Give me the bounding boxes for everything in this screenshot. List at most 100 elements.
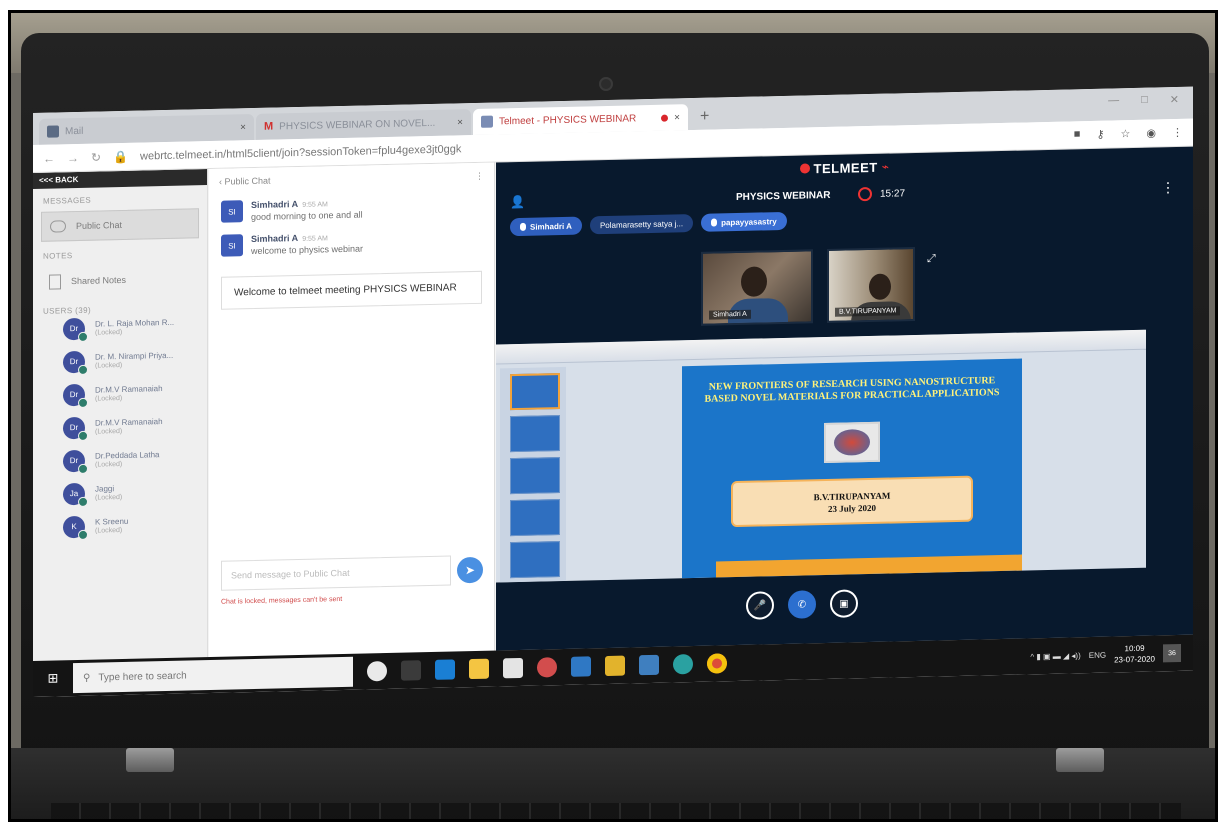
meeting-controls: 🎤 ✆ ▣ xyxy=(746,589,858,620)
taskbar-search[interactable]: ⚲ Type here to search xyxy=(73,656,353,694)
expand-icon[interactable]: ⤢ xyxy=(927,253,936,266)
menu-icon[interactable]: ⋮ xyxy=(1172,126,1183,139)
notification-badge[interactable]: 36 xyxy=(1163,643,1181,663)
notes-icon xyxy=(49,273,61,290)
user-status: (Locked) xyxy=(95,526,123,535)
close-icon[interactable]: × xyxy=(457,117,463,128)
app-icon[interactable] xyxy=(537,657,557,678)
options-icon[interactable]: ⋮ xyxy=(1161,179,1175,196)
photo-frame: Mail × M PHYSICS WEBINAR ON NOVEL... × T… xyxy=(8,10,1218,822)
message-text: good morning to one and all xyxy=(251,209,363,223)
slide-thumbnail xyxy=(510,499,560,537)
app-icon[interactable] xyxy=(571,656,591,677)
sidebar-item-shared-notes[interactable]: Shared Notes xyxy=(41,263,199,297)
presenter-chip: Polamarasetty satya j... xyxy=(589,214,694,235)
list-item[interactable]: K K Sreenu (Locked) xyxy=(33,507,208,544)
sidebar-item-public-chat[interactable]: Public Chat xyxy=(41,208,199,242)
chat-input[interactable]: Send message to Public Chat xyxy=(221,555,451,591)
avatar: Dr xyxy=(63,350,85,373)
laptop-screen: Mail × M PHYSICS WEBINAR ON NOVEL... × T… xyxy=(33,86,1193,698)
send-button[interactable]: ➤ xyxy=(457,556,483,584)
user-status: (Locked) xyxy=(95,493,123,502)
app-icon[interactable] xyxy=(605,655,625,677)
edge-icon[interactable] xyxy=(435,659,455,680)
user-status: (Locked) xyxy=(95,361,123,370)
minimize-icon[interactable]: — xyxy=(1108,94,1119,107)
user-name: Dr.M.V Ramanaiah xyxy=(95,384,163,395)
microphone-button[interactable]: 🎤 xyxy=(746,591,774,620)
presentation-slide: NEW FRONTIERS OF RESEARCH USING NANOSTRU… xyxy=(682,358,1022,579)
sender-name: Simhadri A xyxy=(251,198,299,211)
tab-label: Telmeet - PHYSICS WEBINAR xyxy=(499,112,637,127)
list-item[interactable]: Dr Dr.Peddada Latha (Locked) xyxy=(33,441,208,478)
reload-icon[interactable]: ↻ xyxy=(91,150,101,164)
chat-icon xyxy=(50,220,66,233)
telmeet-icon xyxy=(481,115,493,128)
avatar: SI xyxy=(221,234,243,257)
user-status: (Locked) xyxy=(95,328,123,337)
kebab-icon[interactable]: ⋮ xyxy=(475,170,484,181)
camera-icon[interactable]: ■ xyxy=(1074,128,1081,141)
star-icon[interactable]: ☆ xyxy=(1121,127,1131,140)
close-icon[interactable]: × xyxy=(674,112,680,123)
key-icon[interactable]: ⚷ xyxy=(1096,128,1104,141)
profile-icon[interactable]: ◉ xyxy=(1146,127,1156,140)
message-time: 9:55 AM xyxy=(302,201,328,209)
list-item[interactable]: Dr Dr. L. Raja Mohan R... (Locked) xyxy=(33,309,208,346)
language-indicator[interactable]: ENG xyxy=(1089,650,1106,659)
shared-notes-label: Shared Notes xyxy=(71,274,127,287)
clock[interactable]: 10:09 23-07-2020 xyxy=(1114,643,1155,666)
presenter-chip: Simhadri A xyxy=(510,216,582,237)
camera-off-button[interactable]: ▣ xyxy=(830,589,858,618)
avatar: Dr xyxy=(63,383,85,406)
list-item[interactable]: Dr Dr.M.V Ramanaiah (Locked) xyxy=(33,408,208,445)
windows-start-icon[interactable]: ⊞ xyxy=(33,670,73,687)
screenshare-area: NEW FRONTIERS OF RESEARCH USING NANOSTRU… xyxy=(496,329,1146,583)
list-item[interactable]: Dr Dr. M. Nirampi Priya... (Locked) xyxy=(33,342,208,379)
person-head xyxy=(869,273,891,301)
app-icon[interactable] xyxy=(639,654,659,676)
tray-icons[interactable]: ^ ▮ ▣ ▬ ◢ ◂)) xyxy=(1030,651,1080,661)
record-icon[interactable] xyxy=(858,186,872,202)
slide-thumbnail xyxy=(510,373,560,411)
chrome-icon[interactable] xyxy=(707,653,727,674)
meeting-stage: TELMEET ⌁ 👤 PHYSICS WEBINAR 15:27 ⋮ Simh… xyxy=(496,146,1193,651)
avatar: Dr xyxy=(63,449,85,472)
webcam-tile[interactable]: Simhadri A xyxy=(701,249,813,326)
task-view-icon[interactable] xyxy=(401,660,421,681)
user-name: Dr. L. Raja Mohan R... xyxy=(95,317,175,329)
taskbar-apps xyxy=(367,653,727,682)
list-item[interactable]: Dr Dr.M.V Ramanaiah (Locked) xyxy=(33,375,208,412)
back-arrow-icon[interactable]: ← xyxy=(43,151,55,165)
public-chat-label: Public Chat xyxy=(76,219,123,232)
keyboard xyxy=(51,803,1181,819)
phone-button[interactable]: ✆ xyxy=(788,590,816,619)
telmeet-app: <<< BACK MESSAGES Public Chat NOTES Shar… xyxy=(33,146,1193,662)
maximize-icon[interactable]: □ xyxy=(1141,94,1148,107)
slide-footer-strip xyxy=(716,554,1022,578)
webcam-tile[interactable]: B.V.TIRUPANYAM xyxy=(827,246,915,323)
user-name: Jaggi xyxy=(95,484,115,494)
webcam-label: Simhadri A xyxy=(709,309,751,320)
user-icon[interactable]: 👤 xyxy=(510,195,525,209)
list-item[interactable]: Ja Jaggi (Locked) xyxy=(33,474,208,511)
forward-arrow-icon[interactable]: → xyxy=(67,150,79,164)
tab-label: PHYSICS WEBINAR ON NOVEL... xyxy=(279,117,436,132)
close-window-icon[interactable]: ✕ xyxy=(1170,93,1179,106)
message-time: 9:55 AM xyxy=(302,235,328,243)
chat-title[interactable]: ‹ Public Chat xyxy=(219,176,271,187)
user-status: (Locked) xyxy=(95,394,123,403)
messages-title: MESSAGES xyxy=(43,195,92,206)
cortana-icon[interactable] xyxy=(367,660,387,682)
file-explorer-icon[interactable] xyxy=(469,658,489,680)
search-icon: ⚲ xyxy=(83,672,91,684)
logo-text: TELMEET xyxy=(813,159,878,176)
gmail-icon: M xyxy=(264,120,274,133)
new-tab-button[interactable]: + xyxy=(690,107,719,130)
window-controls: — □ ✕ xyxy=(1108,93,1179,108)
avatar: SI xyxy=(221,200,243,223)
avatar: Ja xyxy=(63,482,85,505)
app-icon[interactable] xyxy=(673,654,693,675)
close-icon[interactable]: × xyxy=(240,122,246,133)
store-icon[interactable] xyxy=(503,657,523,679)
